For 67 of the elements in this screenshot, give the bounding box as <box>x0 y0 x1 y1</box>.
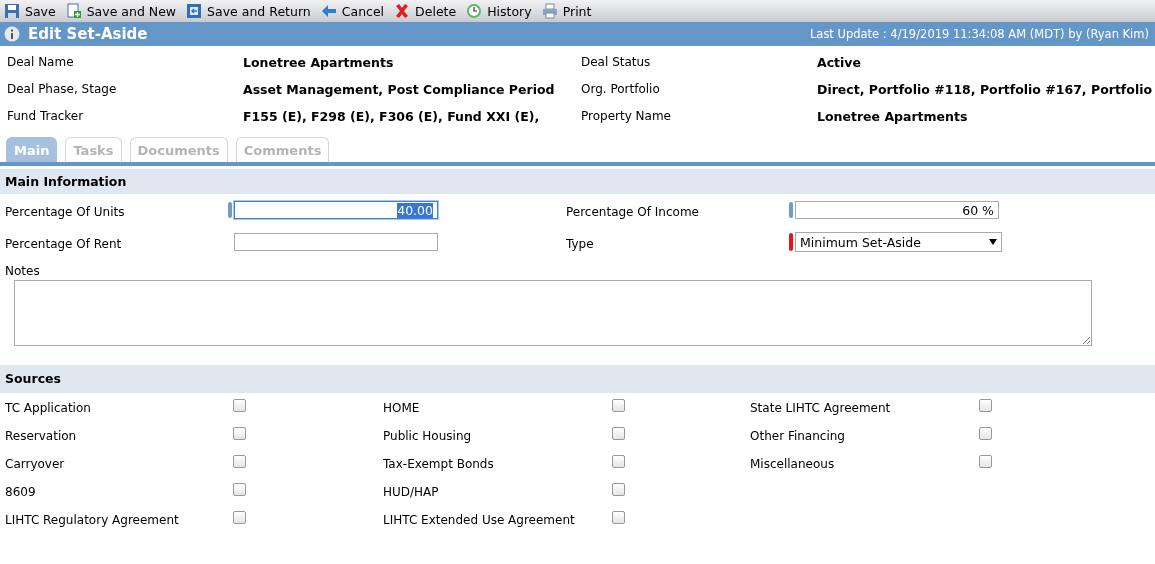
printer-icon <box>541 3 558 19</box>
summary-label: Fund Tracker <box>7 108 85 125</box>
summary-value: F155 (E), F298 (E), F306 (E), Fund XXI (E), <box>243 108 541 126</box>
summary-value: Lonetree Apartments <box>817 108 969 126</box>
input-field[interactable] <box>234 233 438 251</box>
field-label: Percentage Of Units <box>5 204 126 221</box>
checkbox[interactable] <box>612 399 625 412</box>
toolbar-button[interactable]: Save and Return <box>186 3 311 19</box>
field-label: Notes <box>4 263 41 278</box>
back-arrow-icon <box>320 3 337 19</box>
checkbox[interactable] <box>233 399 246 412</box>
checkbox[interactable] <box>612 455 625 468</box>
source-label: LIHTC Extended Use Agreement <box>383 513 576 527</box>
source-label: LIHTC Regulatory Agreement <box>5 513 180 527</box>
field-label: Percentage Of Rent <box>5 236 123 253</box>
resize-grip-icon <box>1082 336 1090 344</box>
toolbar-button[interactable]: Delete <box>394 3 457 19</box>
toolbar-button[interactable]: Print <box>541 3 592 19</box>
source-label: TC Application <box>5 401 92 415</box>
close-icon <box>394 3 411 19</box>
source-label: Miscellaneous <box>750 457 836 471</box>
document-plus-icon <box>65 3 82 19</box>
summary-label: Property Name <box>581 108 672 125</box>
summary-value: Lonetree Apartments <box>243 54 395 72</box>
source-label: State LIHTC Agreement <box>750 401 892 415</box>
source-label: HOME <box>383 401 421 415</box>
checkbox[interactable] <box>233 511 246 524</box>
checkbox[interactable] <box>612 427 625 440</box>
clock-icon <box>466 3 483 19</box>
caret-icon <box>989 239 997 245</box>
toolbar-button[interactable]: Save <box>4 3 56 19</box>
summary-value: Active <box>817 54 862 72</box>
page-title: Edit Set-Aside <box>28 25 148 43</box>
checkbox[interactable] <box>979 399 992 412</box>
source-label: Carryover <box>5 457 66 471</box>
source-label: Other Financing <box>750 429 846 443</box>
summary-label: Org. Portfolio <box>581 81 661 98</box>
summary-value: Direct, Portfolio #118, Portfolio #167, Portfolio <box>817 81 1154 99</box>
toolbar-button[interactable]: History <box>466 3 532 19</box>
summary-label: Deal Name <box>7 54 75 71</box>
section-header: Main Information <box>0 169 1155 194</box>
source-label: Tax-Exempt Bonds <box>383 457 495 471</box>
summary-label: Deal Phase, Stage <box>7 81 118 98</box>
summary-label: Deal Status <box>581 54 652 71</box>
summary-value: Asset Management, Post Compliance Period <box>243 81 556 99</box>
field-label: Percentage Of Income <box>566 204 700 221</box>
type-dropdown[interactable]: Minimum Set-Aside <box>795 232 1002 252</box>
checkbox[interactable] <box>979 427 992 440</box>
notes-textarea[interactable] <box>14 280 1092 346</box>
section-header: Sources <box>0 365 1155 393</box>
input-field[interactable]: 40.00 <box>234 201 438 219</box>
checkbox[interactable] <box>612 511 625 524</box>
field-label: Type <box>566 236 595 253</box>
input-field[interactable]: 60 % <box>795 201 999 219</box>
checkbox[interactable] <box>233 455 246 468</box>
source-label: Public Housing <box>383 429 473 443</box>
last-update-text: Last Update : 4/19/2019 11:34:08 AM (MDT) by (Ryan Kim) <box>809 27 1149 41</box>
checkbox[interactable] <box>979 455 992 468</box>
source-label: Reservation <box>5 429 78 443</box>
checkbox[interactable] <box>233 483 246 496</box>
source-label: HUD/HAP <box>383 485 440 499</box>
checkbox[interactable] <box>233 427 246 440</box>
info-icon <box>4 26 20 42</box>
checkbox[interactable] <box>612 483 625 496</box>
source-label: 8609 <box>5 485 37 499</box>
toolbar-button[interactable]: Save and New <box>65 3 177 19</box>
toolbar-button[interactable]: Cancel <box>320 3 385 19</box>
